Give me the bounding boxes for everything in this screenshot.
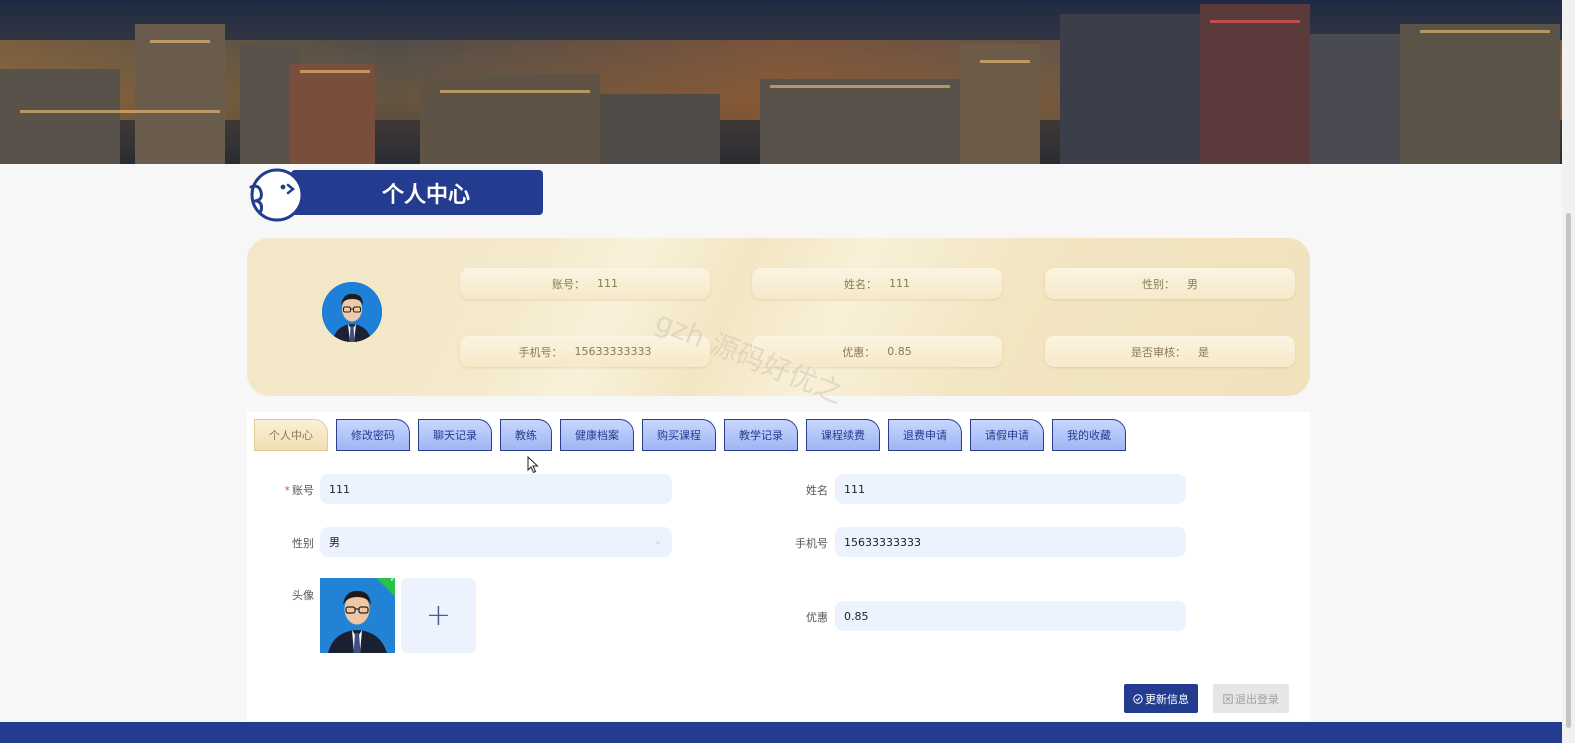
- tab-change-password[interactable]: 修改密码: [336, 419, 410, 451]
- tab-teaching-records[interactable]: 教学记录: [724, 419, 798, 451]
- tab-chat-history[interactable]: 聊天记录: [418, 419, 492, 451]
- tab-coach[interactable]: 教练: [500, 419, 552, 451]
- summary-discount: 优惠： 0.85: [752, 336, 1002, 367]
- close-square-icon: [1223, 693, 1233, 704]
- avatar-upload-button[interactable]: +: [401, 578, 476, 653]
- check-icon: ✓: [389, 578, 395, 585]
- page-scrollbar[interactable]: [1562, 0, 1575, 743]
- tab-refund-request[interactable]: 退费申请: [888, 419, 962, 451]
- gender-label: 性别: [292, 537, 314, 550]
- mouse-cursor-icon: [527, 456, 539, 474]
- account-label: * 账号: [284, 484, 315, 497]
- summary-phone: 手机号： 15633333333: [460, 336, 710, 367]
- avatar-preview[interactable]: ✓: [320, 578, 395, 653]
- discount-label: 优惠: [806, 611, 828, 624]
- tab-buy-course[interactable]: 购买课程: [642, 419, 716, 451]
- footer-bar: [0, 722, 1562, 743]
- tab-personal-center[interactable]: 个人中心: [254, 419, 328, 451]
- account-input[interactable]: 111: [320, 474, 672, 504]
- avatar-label: 头像: [292, 589, 314, 602]
- profile-summary-card: 账号： 111 姓名： 111 性别：男 手机号： 15633333333 优惠： 0.…: [247, 238, 1310, 396]
- avatar: [322, 282, 382, 342]
- name-input[interactable]: 111: [835, 474, 1186, 504]
- logout-button[interactable]: 退出登录: [1213, 684, 1289, 713]
- update-info-button[interactable]: 更新信息: [1124, 684, 1198, 713]
- tab-leave-request[interactable]: 请假申请: [970, 419, 1044, 451]
- tab-course-renewal[interactable]: 课程续费: [806, 419, 880, 451]
- summary-review-status: 是否审核：是: [1045, 336, 1295, 367]
- tab-health-records[interactable]: 健康档案: [560, 419, 634, 451]
- phone-input[interactable]: 15633333333: [835, 527, 1186, 557]
- scrollbar-thumb[interactable]: [1566, 213, 1571, 728]
- name-label: 姓名: [806, 484, 828, 497]
- profile-form-panel: 个人中心 修改密码 聊天记录 教练 健康档案 购买课程 教学记录 课程续费 退费…: [247, 412, 1310, 721]
- gender-select[interactable]: 男 ⌄: [320, 527, 672, 557]
- section-header: 个人中心: [247, 167, 543, 223]
- page-title: 个人中心: [291, 170, 543, 215]
- chevron-down-icon: ⌄: [653, 536, 662, 547]
- summary-gender: 性别：男: [1045, 268, 1295, 299]
- summary-name: 姓名： 111: [752, 268, 1002, 299]
- check-circle-icon: [1133, 693, 1143, 704]
- plus-icon: +: [425, 598, 452, 633]
- cartoon-face-icon: [249, 168, 303, 222]
- tab-my-favorites[interactable]: 我的收藏: [1052, 419, 1126, 451]
- city-banner: [0, 0, 1562, 164]
- profile-tabs: 个人中心 修改密码 聊天记录 教练 健康档案 购买课程 教学记录 课程续费 退费…: [254, 419, 1126, 451]
- discount-input[interactable]: 0.85: [835, 601, 1186, 631]
- phone-label: 手机号: [795, 537, 828, 550]
- summary-account: 账号： 111: [460, 268, 710, 299]
